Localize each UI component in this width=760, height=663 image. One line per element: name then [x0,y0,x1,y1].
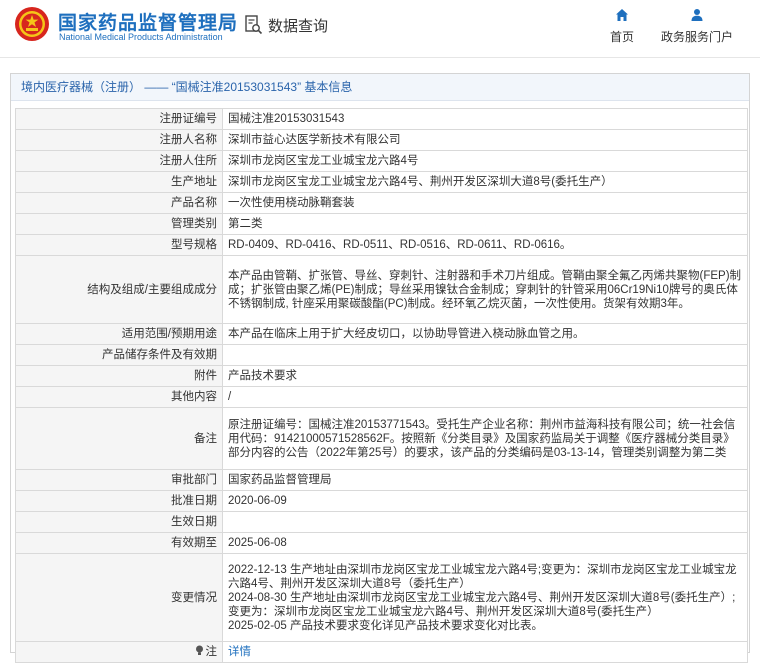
table-row: 注册人名称 深圳市益心达医学新技术有限公司 [15,129,748,151]
table-row: 附件 产品技术要求 [15,365,748,387]
field-value: 本产品由管鞘、扩张管、导丝、穿刺针、注射器和手术刀片组成。管鞘由聚全氟乙丙烯共聚… [222,255,748,324]
data-query-label: 数据查询 [268,17,329,35]
field-value: 2022-12-13 生产地址由深圳市龙岗区宝龙工业城宝龙六路4号;变更为：深圳… [222,553,748,642]
table-row: 备注 原注册证编号：国械注准20153771543。受托生产企业名称：荆州市益海… [15,407,748,470]
table-row: 审批部门 国家药品监督管理局 [15,469,748,491]
field-label: 其他内容 [15,386,223,408]
site-subtitle: National Medical Products Administration [59,32,223,42]
field-label: 备注 [15,407,223,470]
table-row: 其他内容 / [15,386,748,408]
home-icon [616,9,628,21]
table-row: 有效期至 2025-06-08 [15,532,748,554]
field-label: 审批部门 [15,469,223,491]
table-row: 生产地址 深圳市龙岗区宝龙工业城宝龙六路4号、荆州开发区深圳大道8号(委托生产） [15,171,748,193]
table-row: 产品名称 一次性使用桡动脉鞘套装 [15,192,748,214]
field-label: 管理类别 [15,213,223,235]
field-value [222,344,748,366]
field-label: 注册证编号 [15,108,223,130]
table-row: 注册证编号 国械注准20153031543 [15,108,748,130]
field-label: 有效期至 [15,532,223,554]
field-label: 批准日期 [15,490,223,512]
field-value: 一次性使用桡动脉鞘套装 [222,192,748,214]
lightbulb-icon [195,645,203,655]
user-icon [691,9,703,21]
table-row: 适用范围/预期用途 本产品在临床上用于扩大经皮切口，以协助导管进入桡动脉血管之用… [15,323,748,345]
field-value: 2025-06-08 [222,532,748,554]
table-row: 变更情况 2022-12-13 生产地址由深圳市龙岗区宝龙工业城宝龙六路4号;变… [15,553,748,642]
field-label: 附件 [15,365,223,387]
table-row: 产品储存条件及有效期 [15,344,748,366]
nav-home-label: 首页 [609,30,634,44]
field-value: 国械注准20153031543 [222,108,748,130]
registration-info-panel: 境内医疗器械（注册） —— “国械注准20153031543” 基本信息 注册证… [10,73,750,663]
nav-service-portal[interactable]: 政务服务门户 [659,8,735,45]
document-search-icon [245,15,263,35]
table-row: 型号规格 RD-0409、RD-0416、RD-0511、RD-0516、RD-… [15,234,748,256]
field-label: 适用范围/预期用途 [15,323,223,345]
field-value [222,511,748,533]
field-value: 2020-06-09 [222,490,748,512]
table-row: 管理类别 第二类 [15,213,748,235]
table-row: 结构及组成/主要组成成分 本产品由管鞘、扩张管、导丝、穿刺针、注射器和手术刀片组… [15,255,748,324]
field-label: 生产地址 [15,171,223,193]
field-value: 深圳市龙岗区宝龙工业城宝龙六路4号、荆州开发区深圳大道8号(委托生产） [222,171,748,193]
field-label: 变更情况 [15,553,223,642]
table-row: 批准日期 2020-06-09 [15,490,748,512]
field-label: 产品名称 [15,192,223,214]
field-value: 本产品在临床上用于扩大经皮切口，以协助导管进入桡动脉血管之用。 [222,323,748,345]
field-value: 深圳市益心达医学新技术有限公司 [222,129,748,151]
field-value: 原注册证编号：国械注准20153771543。受托生产企业名称：荆州市益海科技有… [222,407,748,470]
field-label: 结构及组成/主要组成成分 [15,255,223,324]
table-row: 生效日期 [15,511,748,533]
note-label: 注 [205,646,218,658]
field-label: 注册人名称 [15,129,223,151]
details-link[interactable]: 详情 [228,646,251,658]
field-label: 注册人住所 [15,150,223,172]
registration-info-table: 注册证编号 国械注准20153031543 注册人名称 深圳市益心达医学新技术有… [15,108,748,663]
note-value-cell: 详情 [222,641,748,663]
field-value: 深圳市龙岗区宝龙工业城宝龙六路4号 [222,150,748,172]
national-emblem-icon [15,7,49,41]
field-value: RD-0409、RD-0416、RD-0511、RD-0516、RD-0611、… [222,234,748,256]
site-header: 国家药品监督管理局 National Medical Products Admi… [0,0,760,58]
field-label: 生效日期 [15,511,223,533]
field-value: 第二类 [222,213,748,235]
data-query-link[interactable]: 数据查询 [245,13,328,37]
site-title: 国家药品监督管理局 [58,13,239,34]
field-value: / [222,386,748,408]
nav-portal-label: 政务服务门户 [660,30,733,44]
field-value: 产品技术要求 [222,365,748,387]
table-row: 注册人住所 深圳市龙岗区宝龙工业城宝龙六路4号 [15,150,748,172]
nav-home[interactable]: 首页 [606,8,638,45]
field-value: 国家药品监督管理局 [222,469,748,491]
panel-title: 境内医疗器械（注册） —— “国械注准20153031543” 基本信息 [11,74,749,101]
table-row: 注 详情 [15,641,748,663]
field-label: 型号规格 [15,234,223,256]
field-label: 产品储存条件及有效期 [15,344,223,366]
note-label-cell: 注 [15,641,223,663]
